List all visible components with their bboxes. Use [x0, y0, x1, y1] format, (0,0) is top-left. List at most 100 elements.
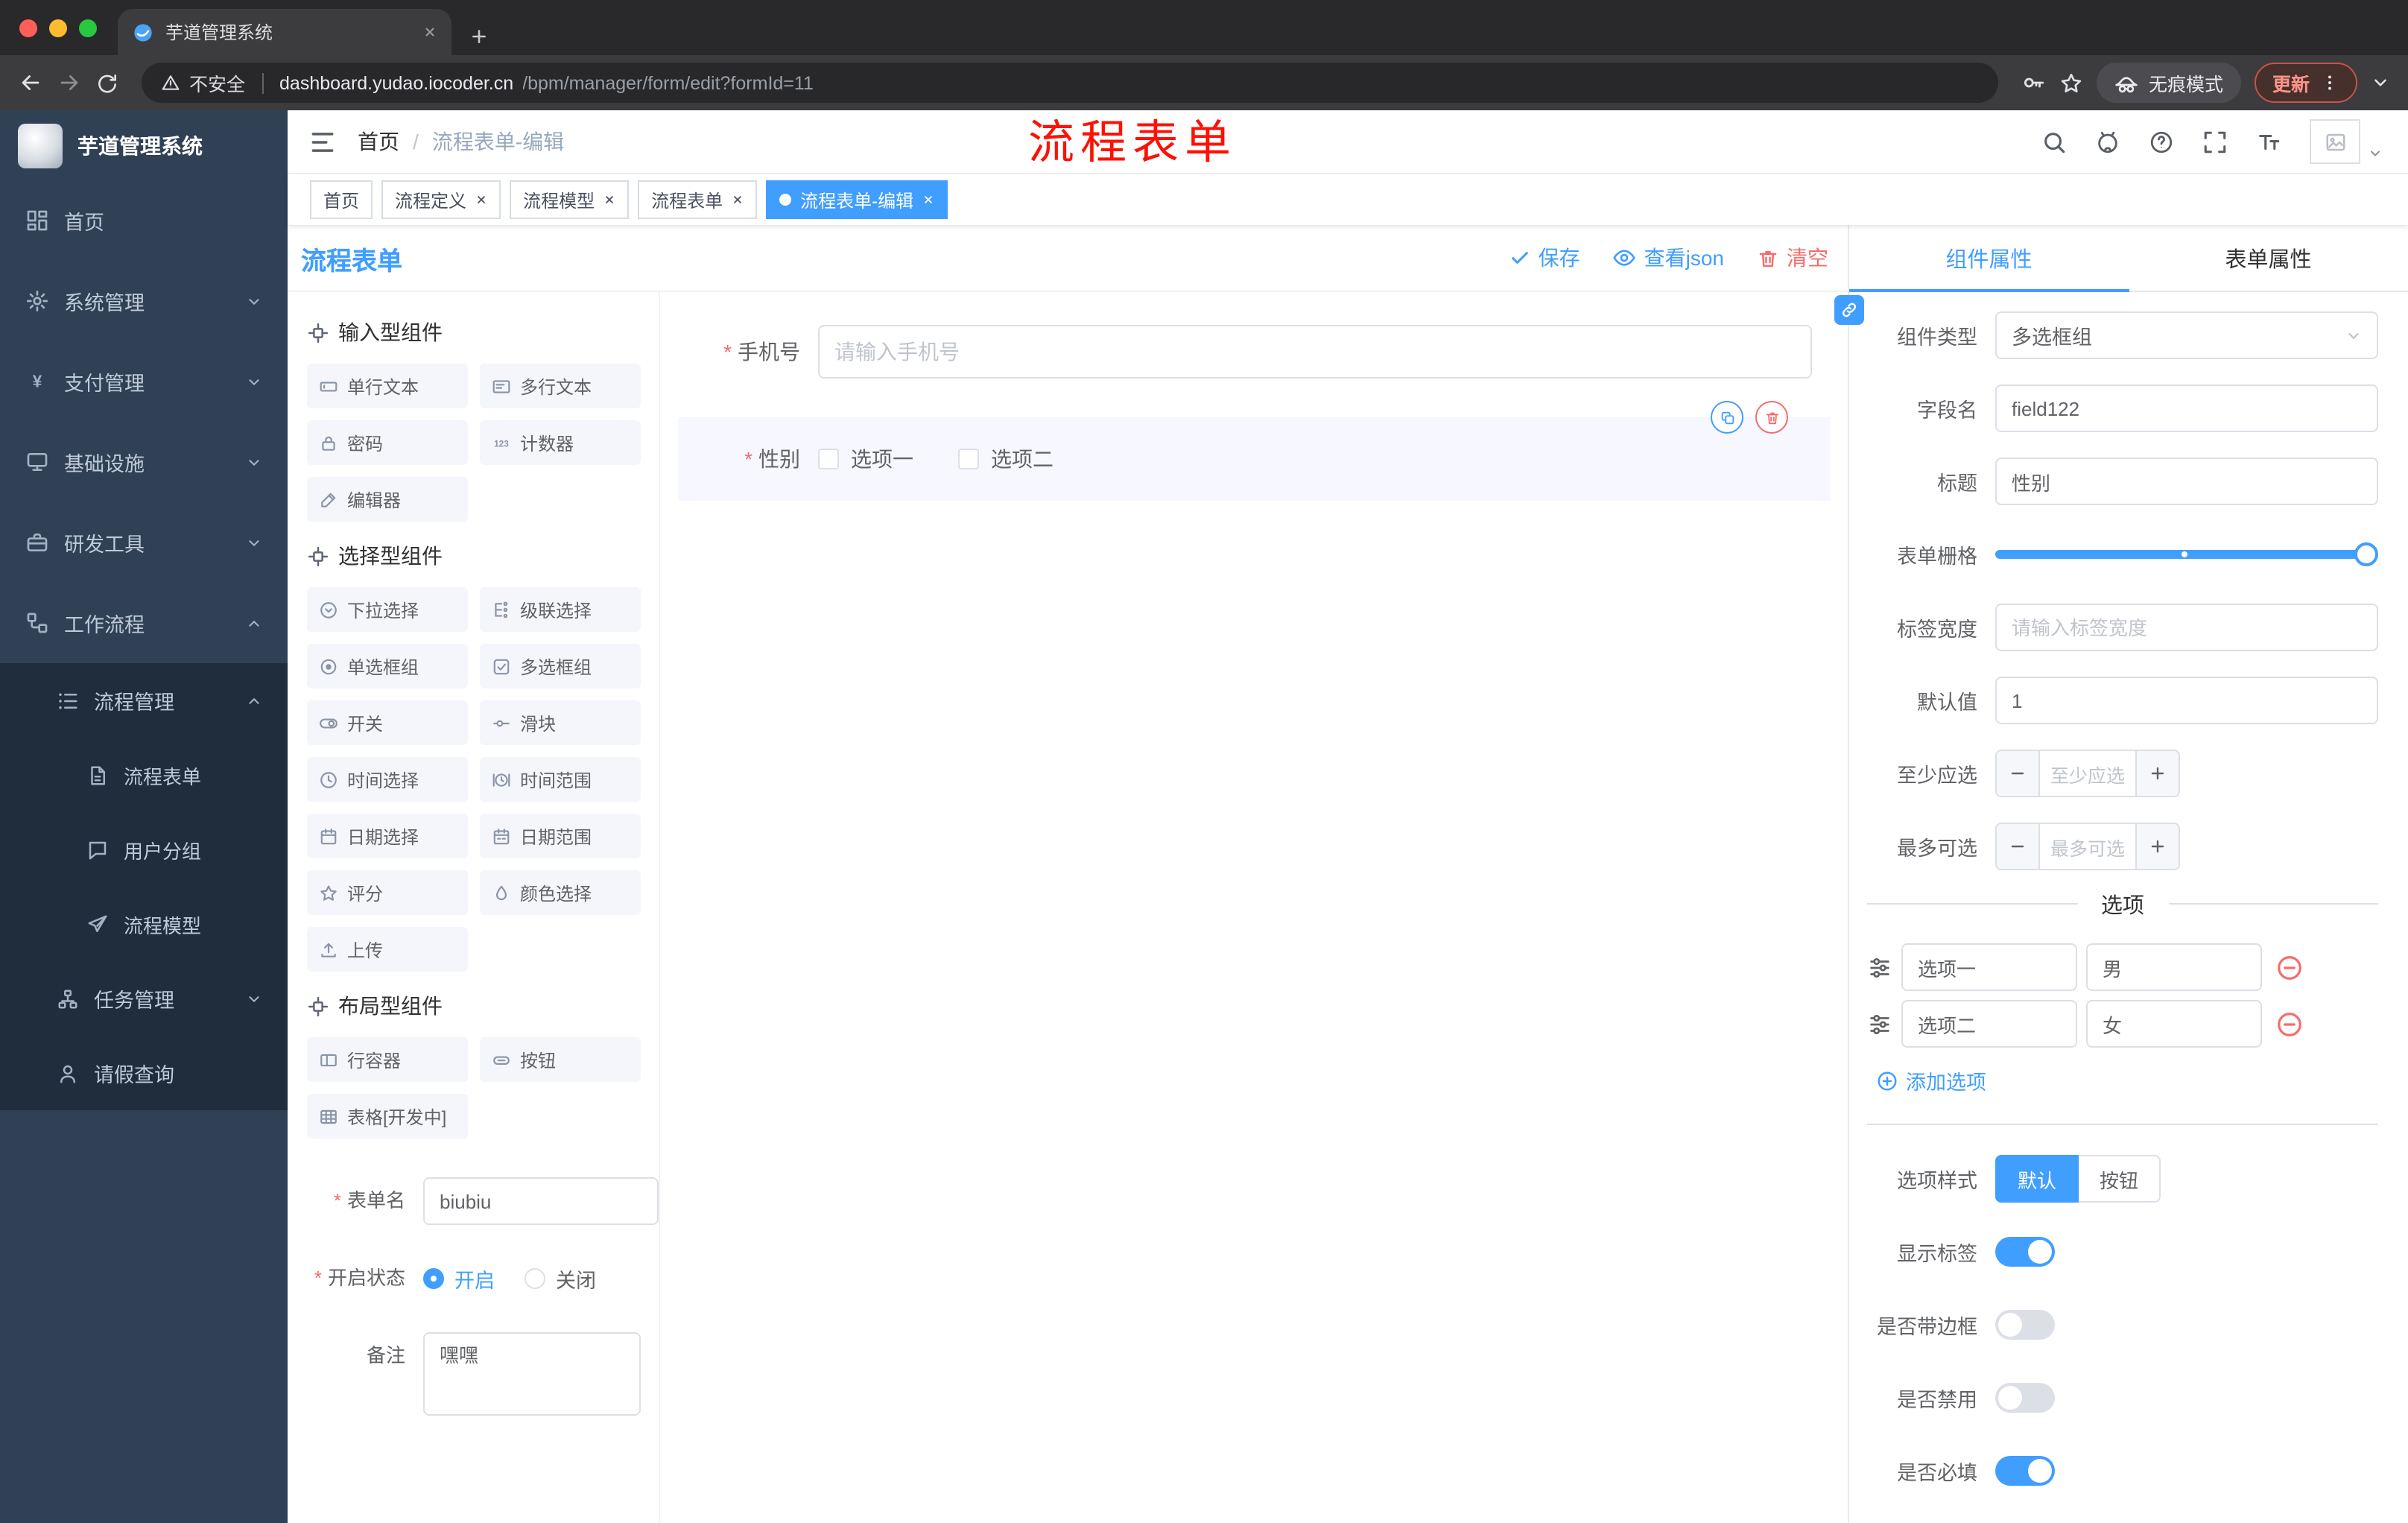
sidebar-item-payment-management[interactable]: 支付管理: [0, 341, 288, 422]
link-icon[interactable]: [1834, 295, 1864, 325]
component-switch[interactable]: 开关: [307, 700, 468, 745]
add-option-button[interactable]: 添加选项: [1876, 1066, 2378, 1095]
help-icon[interactable]: [2149, 129, 2174, 154]
component-type-select[interactable]: 多选框组: [1995, 311, 2378, 359]
status-radio-on[interactable]: 开启: [423, 1264, 495, 1294]
address-bar[interactable]: 不安全 dashboard.yudao.iocoder.cn/bpm/manag…: [142, 63, 1998, 103]
stepper-decrease-button[interactable]: [1997, 751, 2040, 796]
component-counter[interactable]: 计数器: [480, 420, 641, 465]
slider-handle[interactable]: [2354, 542, 2378, 566]
tab-form-props[interactable]: 表单属性: [2129, 225, 2408, 291]
minimize-window-button[interactable]: [49, 19, 67, 37]
browser-tab[interactable]: 芋道管理系统: [118, 9, 452, 55]
password-key-icon[interactable]: [2021, 70, 2046, 95]
border-toggle[interactable]: [1995, 1310, 2055, 1340]
component-radio-group[interactable]: 单选框组: [307, 644, 468, 688]
tag-process-form-edit[interactable]: 流程表单-编辑: [766, 180, 948, 219]
component-textarea[interactable]: 多行文本: [480, 364, 641, 408]
title-input[interactable]: [1995, 457, 2378, 505]
sidebar-item-system-management[interactable]: 系统管理: [0, 261, 288, 341]
style-default-button[interactable]: 默认: [1995, 1155, 2079, 1203]
tag-process-form[interactable]: 流程表单: [638, 180, 758, 219]
tag-close-icon[interactable]: [922, 194, 934, 206]
forward-icon[interactable]: [57, 70, 82, 95]
tag-home[interactable]: 首页: [310, 180, 373, 219]
toolbar-chevron-down-icon[interactable]: [2371, 73, 2390, 92]
avatar[interactable]: [2310, 119, 2360, 164]
phone-input[interactable]: [818, 325, 1812, 379]
status-radio-off[interactable]: 关闭: [525, 1264, 596, 1294]
slider-track[interactable]: [1995, 542, 2378, 566]
component-rate[interactable]: 评分: [307, 870, 468, 915]
breadcrumb-home[interactable]: 首页: [358, 127, 399, 156]
tab-component-props[interactable]: 组件属性: [1849, 225, 2129, 292]
component-button[interactable]: 按钮: [480, 1037, 641, 1082]
tag-close-icon[interactable]: [732, 194, 744, 206]
component-cascader[interactable]: 级联选择: [480, 587, 641, 632]
gender-option-2[interactable]: 选项二: [958, 444, 1054, 474]
reload-icon[interactable]: [95, 71, 119, 95]
component-time-range[interactable]: 时间范围: [480, 757, 641, 802]
show-label-toggle[interactable]: [1995, 1237, 2055, 1267]
fullscreen-icon[interactable]: [2202, 129, 2228, 154]
browser-menu-icon[interactable]: [2320, 73, 2339, 92]
sidebar-item-infrastructure[interactable]: 基础设施: [0, 422, 288, 502]
sidebar-item-home[interactable]: 首页: [0, 180, 288, 261]
component-checkbox-group[interactable]: 多选框组: [480, 644, 641, 688]
new-tab-button[interactable]: [469, 27, 489, 46]
stepper-increase-button[interactable]: [2135, 824, 2179, 869]
tag-process-definition[interactable]: 流程定义: [381, 180, 501, 219]
browser-update-button[interactable]: 更新: [2254, 63, 2357, 103]
github-icon[interactable]: [2095, 129, 2120, 154]
option-value-input[interactable]: [2086, 943, 2262, 991]
canvas-field-phone[interactable]: 手机号: [678, 313, 1830, 390]
clear-button[interactable]: 清空: [1757, 243, 1828, 273]
component-slider[interactable]: 滑块: [480, 700, 641, 745]
component-color-picker[interactable]: 颜色选择: [480, 870, 641, 915]
gender-option-1[interactable]: 选项一: [818, 444, 913, 474]
remove-option-button[interactable]: [2275, 953, 2304, 981]
component-row-container[interactable]: 行容器: [307, 1037, 468, 1082]
save-button[interactable]: 保存: [1510, 243, 1580, 273]
user-avatar-menu[interactable]: [2310, 119, 2383, 164]
component-upload[interactable]: 上传: [307, 927, 468, 972]
field-name-input[interactable]: [1995, 384, 2378, 432]
default-value-input[interactable]: [1995, 677, 2378, 724]
stepper-decrease-button[interactable]: [1997, 824, 2040, 869]
delete-widget-button[interactable]: [1755, 401, 1788, 434]
copy-widget-button[interactable]: [1711, 401, 1743, 434]
sidebar-item-process-management[interactable]: 流程管理: [0, 663, 288, 738]
component-table[interactable]: 表格[开发中]: [307, 1094, 468, 1139]
security-warning-icon[interactable]: [161, 73, 180, 92]
canvas-field-gender-selected[interactable]: 性别 选项一 选项二: [678, 401, 1830, 501]
component-password[interactable]: 密码: [307, 420, 468, 465]
sidebar-item-task-management[interactable]: 任务管理: [0, 961, 288, 1036]
sidebar-toggle-icon[interactable]: [288, 127, 358, 156]
sidebar-item-user-groups[interactable]: 用户分组: [0, 812, 288, 887]
tab-close-icon[interactable]: [423, 25, 437, 39]
sidebar-item-process-form[interactable]: 流程表单: [0, 738, 288, 812]
sidebar-item-process-model[interactable]: 流程模型: [0, 887, 288, 961]
required-toggle[interactable]: [1995, 1456, 2055, 1486]
tag-process-model[interactable]: 流程模型: [510, 180, 630, 219]
zoom-window-button[interactable]: [79, 19, 97, 37]
component-time-picker[interactable]: 时间选择: [307, 757, 468, 802]
checkbox-box[interactable]: [818, 449, 839, 469]
component-date-range[interactable]: 日期范围: [480, 814, 641, 858]
min-select-value[interactable]: 至少应选: [2040, 751, 2135, 796]
sidebar-item-workflow[interactable]: 工作流程: [0, 583, 288, 663]
font-size-icon[interactable]: [2256, 129, 2281, 154]
sidebar-logo[interactable]: 芋道管理系统: [0, 110, 288, 180]
remove-option-button[interactable]: [2275, 1010, 2304, 1038]
search-icon[interactable]: [2041, 129, 2067, 154]
bookmark-star-icon[interactable]: [2059, 71, 2083, 95]
stepper-increase-button[interactable]: [2135, 751, 2179, 796]
view-json-button[interactable]: 查看json: [1613, 243, 1724, 273]
option-label-input[interactable]: [1901, 943, 2077, 991]
back-icon[interactable]: [18, 70, 43, 95]
sidebar-item-dev-tools[interactable]: 研发工具: [0, 502, 288, 583]
drag-handle-icon[interactable]: [1867, 954, 1892, 980]
security-label[interactable]: 不安全: [189, 69, 245, 97]
drag-handle-icon[interactable]: [1867, 1011, 1892, 1036]
component-date-picker[interactable]: 日期选择: [307, 814, 468, 858]
